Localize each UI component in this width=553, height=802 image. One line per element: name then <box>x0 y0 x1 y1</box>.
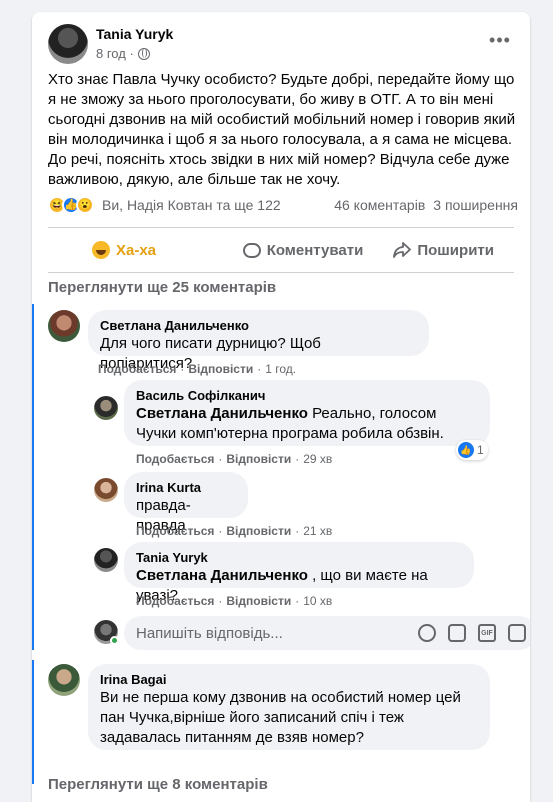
post-author[interactable]: Tania Yuryk <box>96 26 173 42</box>
post-header: Tania Yuryk 8 год · ••• <box>48 24 514 64</box>
haha-label: Ха-ха <box>116 241 157 259</box>
comments-count[interactable]: 46 коментарів <box>334 197 425 213</box>
like-comment-button[interactable]: Подобається <box>98 362 176 376</box>
comment-author[interactable]: Irina Bagai <box>100 672 478 688</box>
comment-icon <box>242 242 261 258</box>
comment-button[interactable]: Коментувати <box>233 232 374 268</box>
globe-icon <box>137 47 150 60</box>
comment-author[interactable]: Светлана Данильченко <box>100 318 417 334</box>
comment-actions: Подобається · Відповісти · 29 хв <box>136 452 333 466</box>
like-icon: 👍 <box>458 442 474 458</box>
comment-actions: Подобається · Відповісти · 10 хв <box>136 594 333 608</box>
online-status-icon <box>110 636 119 645</box>
divider <box>48 227 514 228</box>
comment-label: Коментувати <box>266 241 364 259</box>
post-time[interactable]: 8 год · <box>96 46 134 61</box>
more-options-icon[interactable]: ••• <box>486 30 514 58</box>
comment-text: Светлана Данильченко Реально, голосом Чу… <box>136 404 478 444</box>
view-more-comments-top[interactable]: Переглянути ще 25 коментарів <box>48 279 276 296</box>
gif-icon[interactable]: GIF <box>478 624 496 642</box>
post-card: Tania Yuryk 8 год · ••• Хто знає Павла Ч… <box>32 12 530 802</box>
comment-author[interactable]: Василь Софілканич <box>136 388 478 404</box>
reply-comment-button[interactable]: Відповісти <box>226 452 291 466</box>
comment-bubble: Василь Софілканич Светлана Данильченко Р… <box>124 380 490 446</box>
post-actions: Ха-ха Коментувати Поширити <box>48 232 514 268</box>
commenter-avatar[interactable] <box>48 664 80 696</box>
comment-text: Ви не перша кому дзвонив на особистий но… <box>100 689 461 746</box>
like-comment-button[interactable]: Подобається <box>136 452 214 466</box>
like-comment-button[interactable]: Подобається <box>136 524 214 538</box>
like-comment-button[interactable]: Подобається <box>136 594 214 608</box>
comment-actions: Подобається · Відповісти · 21 хв <box>136 524 333 538</box>
author-avatar[interactable] <box>48 24 88 64</box>
comment-actions: Подобається · Відповісти · 1 год. <box>98 362 297 376</box>
share-button[interactable]: Поширити <box>373 232 514 268</box>
commenter-avatar[interactable] <box>48 310 80 342</box>
thread-indicator <box>32 660 34 784</box>
emoji-icon[interactable] <box>418 624 436 642</box>
mention-link[interactable]: Светлана Данильченко <box>136 405 308 422</box>
share-label: Поширити <box>417 241 494 259</box>
reactions-bar[interactable]: 😆 👍 😮 Ви, Надія Ковтан та ще 122 46 коме… <box>48 194 518 216</box>
post-counts: 46 коментарів 3 поширення <box>334 197 518 213</box>
camera-icon[interactable] <box>448 624 466 642</box>
view-more-comments-bottom[interactable]: Переглянути ще 8 коментарів <box>48 776 268 793</box>
shares-count[interactable]: 3 поширення <box>433 197 518 213</box>
reply-input[interactable] <box>136 616 386 650</box>
reaction-icons: 😆 👍 😮 <box>48 196 94 214</box>
commenter-avatar[interactable] <box>94 396 118 420</box>
haha-button[interactable]: Ха-ха <box>48 232 233 268</box>
reply-tools: GIF <box>418 624 526 642</box>
post-text: Хто знає Павла Чучку особисто? Будьте до… <box>48 71 516 188</box>
divider <box>48 272 514 273</box>
comment-bubble: Irina Bagai Ви не перша кому дзвонив на … <box>88 664 490 750</box>
sticker-icon[interactable] <box>508 624 526 642</box>
comment-time[interactable]: 10 хв <box>303 594 332 608</box>
thread-indicator <box>32 304 34 650</box>
comment-bubble: Tania Yuryk Светлана Данильченко , що ви… <box>124 542 474 604</box>
reactions-text[interactable]: Ви, Надія Ковтан та ще 122 <box>102 197 334 213</box>
comment-time[interactable]: 1 год. <box>265 362 296 376</box>
comment-time[interactable]: 29 хв <box>303 452 332 466</box>
like-count: 1 <box>477 443 484 457</box>
comment-author[interactable]: Irina Kurta <box>136 480 236 496</box>
reply-box: GIF <box>124 616 530 650</box>
commenter-avatar[interactable] <box>94 478 118 502</box>
post-meta: 8 год · <box>96 46 150 61</box>
share-icon <box>393 242 412 258</box>
comment-time[interactable]: 21 хв <box>303 524 332 538</box>
comment-bubble: Irina Kurta правда-правда <box>124 472 248 534</box>
commenter-avatar[interactable] <box>94 548 118 572</box>
reply-comment-button[interactable]: Відповісти <box>226 524 291 538</box>
haha-reaction-icon <box>92 241 110 259</box>
comment-author[interactable]: Tania Yuryk <box>136 550 462 566</box>
wow-icon: 😮 <box>76 196 94 214</box>
reply-comment-button[interactable]: Відповісти <box>226 594 291 608</box>
comment-like-count[interactable]: 👍 1 <box>456 440 488 460</box>
mention-link[interactable]: Светлана Данильченко <box>136 567 308 584</box>
reply-comment-button[interactable]: Відповісти <box>188 362 253 376</box>
comment-bubble: Светлана Данильченко Для чого писати дур… <box>88 310 429 372</box>
